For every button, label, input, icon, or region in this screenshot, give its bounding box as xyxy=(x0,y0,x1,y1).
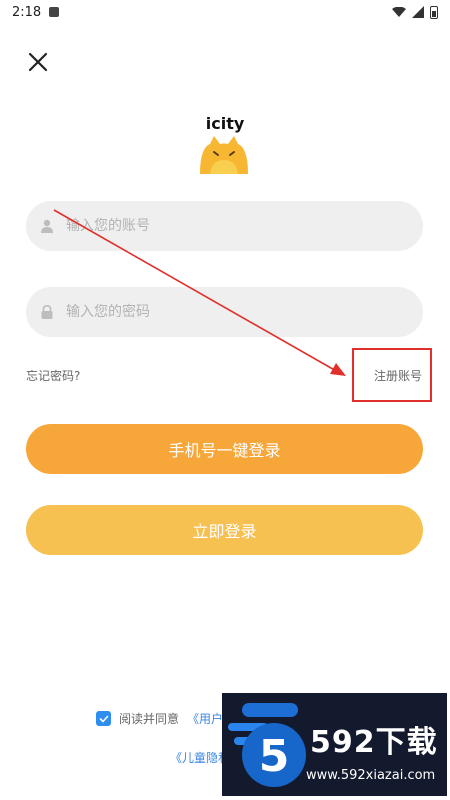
agreement-checkbox[interactable] xyxy=(96,711,111,726)
user-agreement-link[interactable]: 《用户 xyxy=(187,710,223,727)
user-icon xyxy=(41,219,53,233)
account-field[interactable] xyxy=(26,201,423,251)
watermark-url: www.592xiazai.com xyxy=(306,768,436,783)
child-privacy-link[interactable]: 《儿童隐私 xyxy=(170,749,230,766)
annotation-highlight-box xyxy=(352,348,432,402)
watermark-brand: 592下载 xyxy=(310,725,438,760)
login-button[interactable]: 立即登录 xyxy=(26,505,423,555)
forgot-password-link[interactable]: 忘记密码? xyxy=(26,367,80,384)
wifi-icon xyxy=(392,7,406,17)
status-time: 2:18 xyxy=(12,4,42,20)
phone-login-button[interactable]: 手机号一键登录 xyxy=(26,424,423,474)
password-field[interactable] xyxy=(26,287,423,337)
app-logo-text: icity xyxy=(205,114,245,133)
agreement-text: 阅读并同意 xyxy=(119,712,180,726)
status-bar: 2:18 xyxy=(0,0,450,24)
account-input[interactable] xyxy=(64,217,388,235)
close-icon[interactable] xyxy=(26,50,50,74)
lock-icon xyxy=(41,305,53,319)
checkmark-icon xyxy=(99,715,108,723)
sim-card-icon xyxy=(49,7,60,17)
signal-icon xyxy=(412,6,424,18)
app-logo-mascot-icon xyxy=(200,136,248,174)
battery-icon xyxy=(430,5,438,19)
password-input[interactable] xyxy=(64,303,388,321)
site-watermark: 5 592下载 www.592xiazai.com xyxy=(222,693,447,796)
svg-text:5: 5 xyxy=(259,731,290,782)
agreement-row: 阅读并同意 《用户 xyxy=(96,710,223,727)
